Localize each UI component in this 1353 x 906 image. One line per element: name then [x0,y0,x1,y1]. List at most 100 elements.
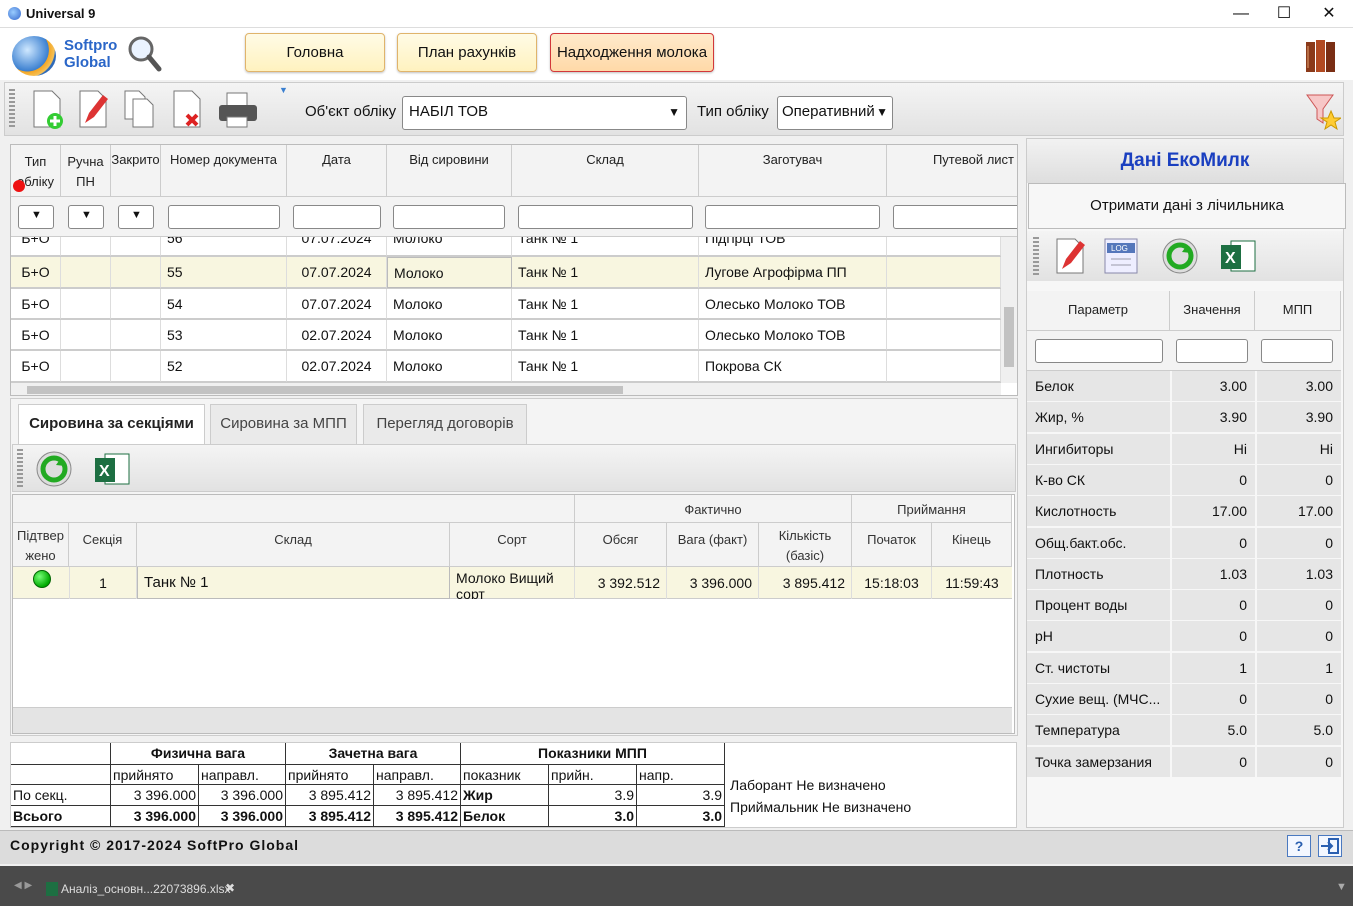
excel-icon[interactable]: X [93,450,131,488]
exit-icon[interactable] [1318,835,1342,857]
table-row[interactable]: Б+О 54 07.07.2024 Молоко Танк № 1 Олесько Мол… [11,289,1001,320]
toolbar-more-icon[interactable]: ▼ [279,85,288,95]
col-header-sort[interactable]: Сорт [450,523,575,567]
param-row[interactable]: pH 0 0 [1027,621,1341,653]
help-button[interactable]: ? [1287,835,1311,857]
col-header-value[interactable]: Значення [1170,291,1255,331]
toolbar-grip[interactable] [9,89,15,129]
chevron-down-icon[interactable]: ▼ [1336,881,1347,893]
close-file-icon[interactable]: ✖ [225,881,235,895]
filter-waybill-input[interactable] [893,205,1017,229]
param-mpp: Ні [1255,433,1341,465]
filter-supplier-input[interactable] [705,205,880,229]
col-header-supplier[interactable]: Заготувач [699,145,887,197]
col-header-end[interactable]: Кінець [932,523,1012,567]
col-header-section[interactable]: Секція [69,523,137,567]
edit-icon[interactable] [77,89,111,129]
param-row[interactable]: Белок 3.00 3.00 [1027,371,1341,402]
search-icon[interactable] [126,34,162,72]
filter-type-select[interactable]: ▼ [18,205,54,229]
new-document-icon[interactable] [31,89,65,129]
filter-date-input[interactable] [293,205,381,229]
col-header-start[interactable]: Початок [852,523,932,567]
filter-store-input[interactable] [518,205,693,229]
param-name: Плотность [1035,565,1104,582]
param-row[interactable]: Сухие вещ. (МЧС... 0 0 [1027,684,1341,715]
taskbar: ◀ ▶ Аналіз_основн...22073896.xlsx ✖ ▼ [0,866,1353,906]
object-select[interactable]: НАБІЛ ТОВ ▼ [402,96,687,130]
edit-icon[interactable] [1053,237,1089,275]
param-row[interactable]: Кислотность 17.00 17.00 [1027,496,1341,528]
fetch-counter-button[interactable]: Отримати дані з лічильника [1028,183,1346,229]
filter-closed-select[interactable]: ▼ [118,205,154,229]
param-row[interactable]: Ингибиторы Ні Ні [1027,433,1341,465]
summary-row2-p2: 3 396.000 [199,806,286,827]
table-row[interactable]: Б+О 52 02.07.2024 Молоко Танк № 1 Покрова СК [11,351,1001,383]
nav-home-button[interactable]: Головна [245,33,385,72]
col-header-parameter[interactable]: Параметр [1027,291,1170,331]
horizontal-scrollbar[interactable] [11,383,1001,395]
nav-milk-button[interactable]: Надходження молока [550,33,714,72]
log-icon[interactable]: LOG [1101,237,1143,275]
param-row[interactable]: Жир, % 3.90 3.90 [1027,402,1341,434]
books-icon[interactable] [1302,36,1342,76]
col-header-confirmed[interactable]: Підтвер жено [13,523,69,567]
minimize-button[interactable]: — [1226,3,1256,25]
col-header-manual[interactable]: Ручна ПН [61,145,111,197]
col-header-qty[interactable]: Кількість (базіс) [759,523,852,567]
table-row[interactable]: Б+О 55 07.07.2024 Молоко Танк № 1 Лугове Агро… [11,257,1001,289]
param-row[interactable]: Процент воды 0 0 [1027,590,1341,622]
filter-manual-select[interactable]: ▼ [68,205,104,229]
filter-value-input[interactable] [1176,339,1248,363]
summary-corner [11,743,111,765]
filter-parameter-input[interactable] [1035,339,1163,363]
col-header-store[interactable]: Склад [512,145,699,197]
excel-icon[interactable]: X [1219,237,1257,275]
taskbar-file-name[interactable]: Аналіз_основн...22073896.xlsx [61,882,231,896]
print-icon[interactable] [217,89,259,129]
table-row[interactable]: Б+О 56 07.07.2024 Молоко Танк № 1 Підгірці ТО… [11,237,1001,257]
col-header-docnum[interactable]: Номер документа [161,145,287,197]
hscroll-thumb[interactable] [27,386,623,394]
col-header-volume[interactable]: Обсяг [575,523,667,567]
close-button[interactable]: ✕ [1314,3,1344,25]
nav-accounts-button[interactable]: План рахунків [397,33,537,72]
type-select[interactable]: Оперативний ▼ [777,96,893,130]
tab-sections[interactable]: Сировина за секціями [18,404,205,444]
col-header-raw[interactable]: Від сировини [387,145,512,197]
tab-mpp[interactable]: Сировина за МПП [210,404,357,444]
toolbar-grip[interactable] [1033,237,1039,275]
param-row[interactable]: Точка замерзания 0 0 [1027,746,1341,778]
filter-favorite-icon[interactable] [1305,91,1343,131]
col-header-waybill[interactable]: Путевой лист [887,145,1017,197]
cell-volume: 3 392.512 [575,567,667,599]
col-header-store[interactable]: Склад [137,523,450,567]
tab-contracts[interactable]: Перегляд договорів [363,404,527,444]
refresh-icon[interactable] [35,450,73,488]
param-row[interactable]: К-во СК 0 0 [1027,464,1341,496]
col-header-closed[interactable]: Закрито [111,145,161,197]
scroll-thumb[interactable] [1004,307,1014,367]
filter-mpp-input[interactable] [1261,339,1333,363]
taskbar-prev-icon[interactable]: ◀ ▶ [14,880,32,891]
param-row[interactable]: Ст. чистоты 1 1 [1027,652,1341,684]
vertical-scrollbar[interactable] [1001,237,1017,383]
col-header-date[interactable]: Дата [287,145,387,197]
cell-store[interactable]: Танк № 1 [137,567,450,599]
refresh-icon[interactable] [1161,237,1199,275]
cell-docnum: 54 [161,289,287,319]
filter-docnum-input[interactable] [168,205,280,229]
col-header-mpp[interactable]: МПП [1255,291,1341,331]
table-row[interactable]: Б+О 53 02.07.2024 Молоко Танк № 1 Олесько Мол… [11,320,1001,351]
summary-sub-accepted-2: прийнято [286,765,374,785]
title-bar: Universal 9 — ☐ ✕ [0,0,1353,28]
param-row[interactable]: Общ.бакт.обс. 0 0 [1027,527,1341,559]
param-row[interactable]: Температура 5.0 5.0 [1027,715,1341,747]
toolbar-grip[interactable] [17,449,23,487]
copy-icon[interactable] [123,89,157,129]
filter-raw-input[interactable] [393,205,505,229]
param-row[interactable]: Плотность 1.03 1.03 [1027,558,1341,590]
col-header-weight[interactable]: Вага (факт) [667,523,759,567]
maximize-button[interactable]: ☐ [1269,3,1299,25]
delete-icon[interactable] [171,89,205,129]
